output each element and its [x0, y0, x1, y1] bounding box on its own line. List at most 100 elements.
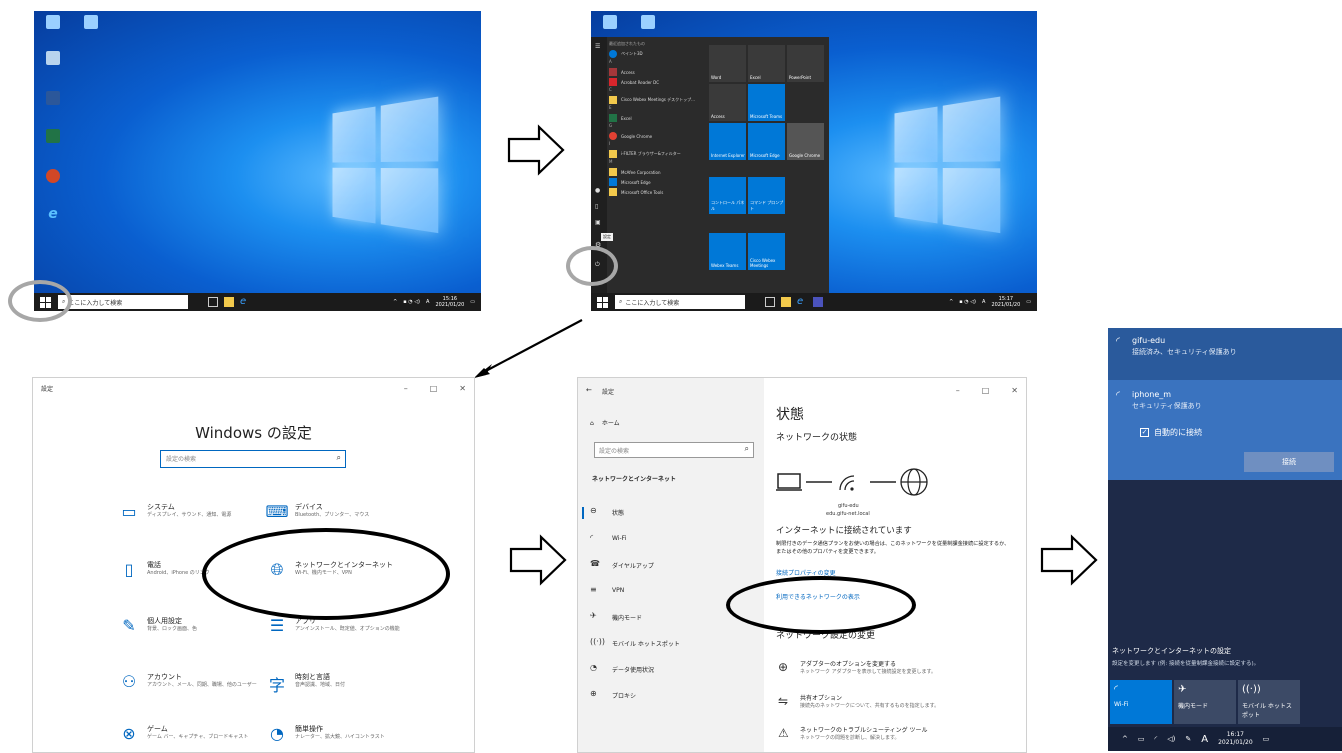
nav-data-usage[interactable]: ◔ データ使用状況	[578, 660, 764, 678]
auto-connect-checkbox[interactable]: ✓ 自動的に接続	[1140, 427, 1202, 438]
tile-access[interactable]: Access	[709, 84, 746, 121]
network-settings-link[interactable]: ネットワークとインターネットの設定 設定を変更します (例: 接続を従量制課金接…	[1112, 646, 1259, 667]
back-arrow-icon[interactable]: ←	[586, 386, 592, 394]
app-item[interactable]: Microsoft Office Tools	[609, 187, 705, 197]
category-personalization[interactable]: ✎ 個人用設定 背景、ロック画面、色	[117, 616, 277, 646]
taskbar-clock[interactable]: 15:17 2021/01/20	[991, 296, 1020, 308]
recycle-bin-icon[interactable]	[36, 51, 70, 67]
taskbar-clock[interactable]: 15:16 2021/01/20	[435, 296, 464, 308]
taskbar-search-input[interactable]: ⌕ ここに入力して検索	[58, 295, 188, 309]
tray-icons[interactable]: ▪ ◔ ◁)	[403, 299, 420, 305]
tile-word[interactable]: Word	[709, 45, 746, 82]
sharing-options[interactable]: ⇋ 共有オプション 接続先のネットワークについて、共有するものを指定します。	[778, 692, 1018, 714]
category-time-language[interactable]: 字 時刻と言語 音声認識、地域、日付	[265, 672, 425, 702]
ime-icon[interactable]: A	[426, 299, 429, 305]
document-icon[interactable]: ▯	[595, 203, 598, 210]
word-icon[interactable]	[36, 91, 70, 107]
nav-dialup[interactable]: ☎ ダイヤルアップ	[578, 556, 764, 574]
app-item[interactable]: Google Chrome	[609, 131, 705, 141]
app-item[interactable]: Excel	[609, 113, 705, 123]
connect-button[interactable]: 接続	[1244, 452, 1334, 472]
category-accounts[interactable]: ⚇ アカウント アカウント、メール、同期、職場、他のユーザー	[117, 672, 277, 702]
nav-wifi[interactable]: ◜ Wi-Fi	[578, 530, 764, 548]
task-view-icon[interactable]	[765, 297, 775, 307]
ime-icon[interactable]: A	[1201, 734, 1208, 745]
chevron-up-icon[interactable]: ^	[393, 299, 397, 305]
close-button[interactable]: ✕	[1011, 386, 1018, 395]
notification-icon[interactable]: ▭	[470, 299, 475, 305]
app-item[interactable]: McAfee Corporation	[609, 167, 705, 177]
app-item[interactable]: Cisco Webex Meetings デスクトップ...	[609, 95, 705, 105]
airplane-mode-tile[interactable]: ✈ 機内モード	[1174, 680, 1236, 724]
desktop-icon[interactable]	[36, 15, 70, 31]
category-devices[interactable]: ⌨ デバイス Bluetooth、プリンター、マウス	[265, 502, 425, 532]
edge-icon[interactable]: e	[240, 297, 250, 307]
start-button[interactable]	[595, 295, 609, 309]
desktop-icon[interactable]	[74, 15, 108, 31]
app-item[interactable]: Access	[609, 67, 705, 77]
edge-icon[interactable]: e	[797, 297, 807, 307]
nav-hotspot[interactable]: ((·)) モバイル ホットスポット	[578, 634, 764, 652]
teams-icon[interactable]	[813, 297, 823, 307]
taskbar-search-input[interactable]: ⌕ ここに入力して検索	[615, 295, 745, 309]
app-item[interactable]: ペイント3D	[609, 49, 705, 59]
tile-edge[interactable]: Microsoft Edge	[748, 123, 785, 160]
settings-search-input[interactable]: 設定の検索 ⌕	[160, 450, 346, 468]
file-explorer-icon[interactable]	[781, 297, 791, 307]
chevron-up-icon[interactable]: ^	[1122, 735, 1128, 743]
category-ease-of-access[interactable]: ◔ 簡単操作 ナレーター、拡大鏡、ハイコントラスト	[265, 724, 425, 752]
category-gaming[interactable]: ⊗ ゲーム ゲーム バー、キャプチャ、ブロードキャスト	[117, 724, 277, 752]
hamburger-icon[interactable]: ☰	[595, 43, 600, 50]
network-iphone-m[interactable]: ◜ iphone_m セキュリティ保護あり	[1116, 390, 1202, 411]
pen-icon[interactable]: ✎	[1185, 735, 1191, 743]
tile-powerpoint[interactable]: PowerPoint	[787, 45, 824, 82]
tray-icons[interactable]: ▪ ◔ ◁)	[959, 299, 976, 305]
mobile-hotspot-tile[interactable]: ((·)) モバイル ホットスポット	[1238, 680, 1300, 724]
user-icon[interactable]: ●	[595, 187, 600, 194]
maximize-button[interactable]: □	[430, 384, 438, 393]
notification-icon[interactable]: ▭	[1026, 299, 1031, 305]
tile-excel[interactable]: Excel	[748, 45, 785, 82]
sidebar-search-input[interactable]: 設定の検索 ⌕	[594, 442, 754, 458]
app-item[interactable]: Microsoft Edge	[609, 177, 705, 187]
nav-proxy[interactable]: ⊕ プロキシ	[578, 686, 764, 704]
tile-webex-teams[interactable]: Webex Teams	[709, 233, 746, 270]
chevron-up-icon[interactable]: ^	[949, 299, 953, 305]
file-explorer-icon[interactable]	[224, 297, 234, 307]
category-apps[interactable]: ☰ アプリ アンインストール、既定値、オプションの機能	[265, 616, 425, 646]
minimize-button[interactable]: –	[956, 386, 960, 395]
ime-icon[interactable]: A	[982, 299, 985, 305]
internet-explorer-icon[interactable]: e	[36, 207, 70, 223]
troubleshooter[interactable]: ⚠ ネットワークのトラブルシューティング ツール ネットワークの問題を診断し、解…	[778, 724, 1018, 746]
app-group-letter: M	[609, 159, 613, 164]
home-nav[interactable]: ⌂ ホーム	[590, 418, 620, 427]
tile-chrome[interactable]: Google Chrome	[787, 123, 824, 160]
category-title: ゲーム	[147, 725, 168, 733]
taskbar-clock[interactable]: 16:17 2021/01/20	[1218, 731, 1253, 747]
desktop-icon[interactable]	[593, 15, 627, 31]
category-system[interactable]: ▭ システム ディスプレイ、サウンド、通知、電源	[117, 502, 277, 532]
task-view-icon[interactable]	[208, 297, 218, 307]
notification-icon[interactable]: ▭	[1263, 735, 1270, 743]
tile-control-panel[interactable]: コントロール パネル	[709, 177, 746, 214]
wifi-icon[interactable]: ◜	[1155, 735, 1158, 743]
maximize-button[interactable]: □	[982, 386, 990, 395]
tile-webex-meetings[interactable]: Cisco Webex Meetings	[748, 233, 785, 270]
minimize-button[interactable]: –	[404, 384, 408, 393]
adapter-options[interactable]: ⊕ アダプターのオプションを変更する ネットワーク アダプターを表示して接続設定…	[778, 658, 1018, 680]
app-item[interactable]: Acrobat Reader DC	[609, 77, 705, 87]
desktop-icon[interactable]	[631, 15, 665, 31]
network-gifu-edu[interactable]: ◜ gifu-edu 接続済み、セキュリティ保護あり	[1116, 336, 1237, 357]
tile-command-prompt[interactable]: コマンド プロンプト	[748, 177, 785, 214]
wifi-toggle-tile[interactable]: ◜ Wi-Fi	[1110, 680, 1172, 724]
tray-monitor-icon[interactable]: ▭	[1138, 735, 1145, 743]
volume-icon[interactable]: ◁)	[1167, 735, 1175, 743]
nav-status[interactable]: ⊖ 状態	[578, 503, 764, 521]
picture-icon[interactable]: ▣	[595, 219, 601, 226]
close-button[interactable]: ✕	[459, 384, 466, 393]
excel-icon[interactable]	[36, 129, 70, 145]
tile-teams[interactable]: Microsoft Teams	[748, 84, 785, 121]
powerpoint-icon[interactable]	[36, 169, 70, 185]
tile-internet-explorer[interactable]: Internet Explorer	[709, 123, 746, 160]
app-item[interactable]: i-FILTER ブラウザー&フィルター	[609, 149, 705, 159]
